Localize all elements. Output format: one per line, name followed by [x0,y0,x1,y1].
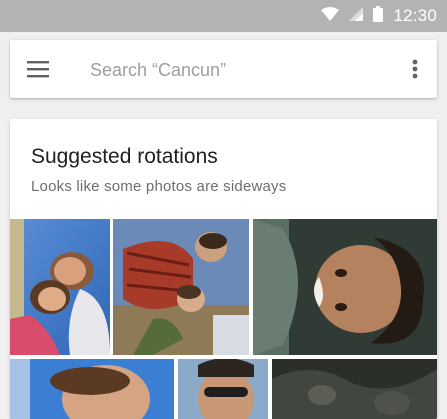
hamburger-menu-icon [26,61,50,85]
battery-icon [373,5,384,27]
photo-thumbnail[interactable] [113,219,249,355]
status-bar: 12:30 [0,0,447,32]
suggested-rotations-card: Suggested rotations Looks like some phot… [10,119,437,419]
photo-thumbnail[interactable] [10,219,110,355]
signal-icon [349,6,364,26]
more-vert-icon [405,59,425,85]
photo-thumbnail[interactable] [10,359,174,419]
clock-time: 12:30 [393,6,437,25]
card-title: Suggested rotations [31,145,218,168]
search-input[interactable] [88,54,392,86]
wifi-icon [321,6,340,26]
menu-button[interactable] [26,57,52,81]
photo-thumbnail[interactable] [178,359,268,419]
more-options-button[interactable] [405,57,425,81]
search-bar [10,40,437,98]
photo-thumbnail[interactable] [253,219,437,355]
photo-thumbnail[interactable] [272,359,437,419]
card-subtitle: Looks like some photos are sideways [31,178,287,195]
